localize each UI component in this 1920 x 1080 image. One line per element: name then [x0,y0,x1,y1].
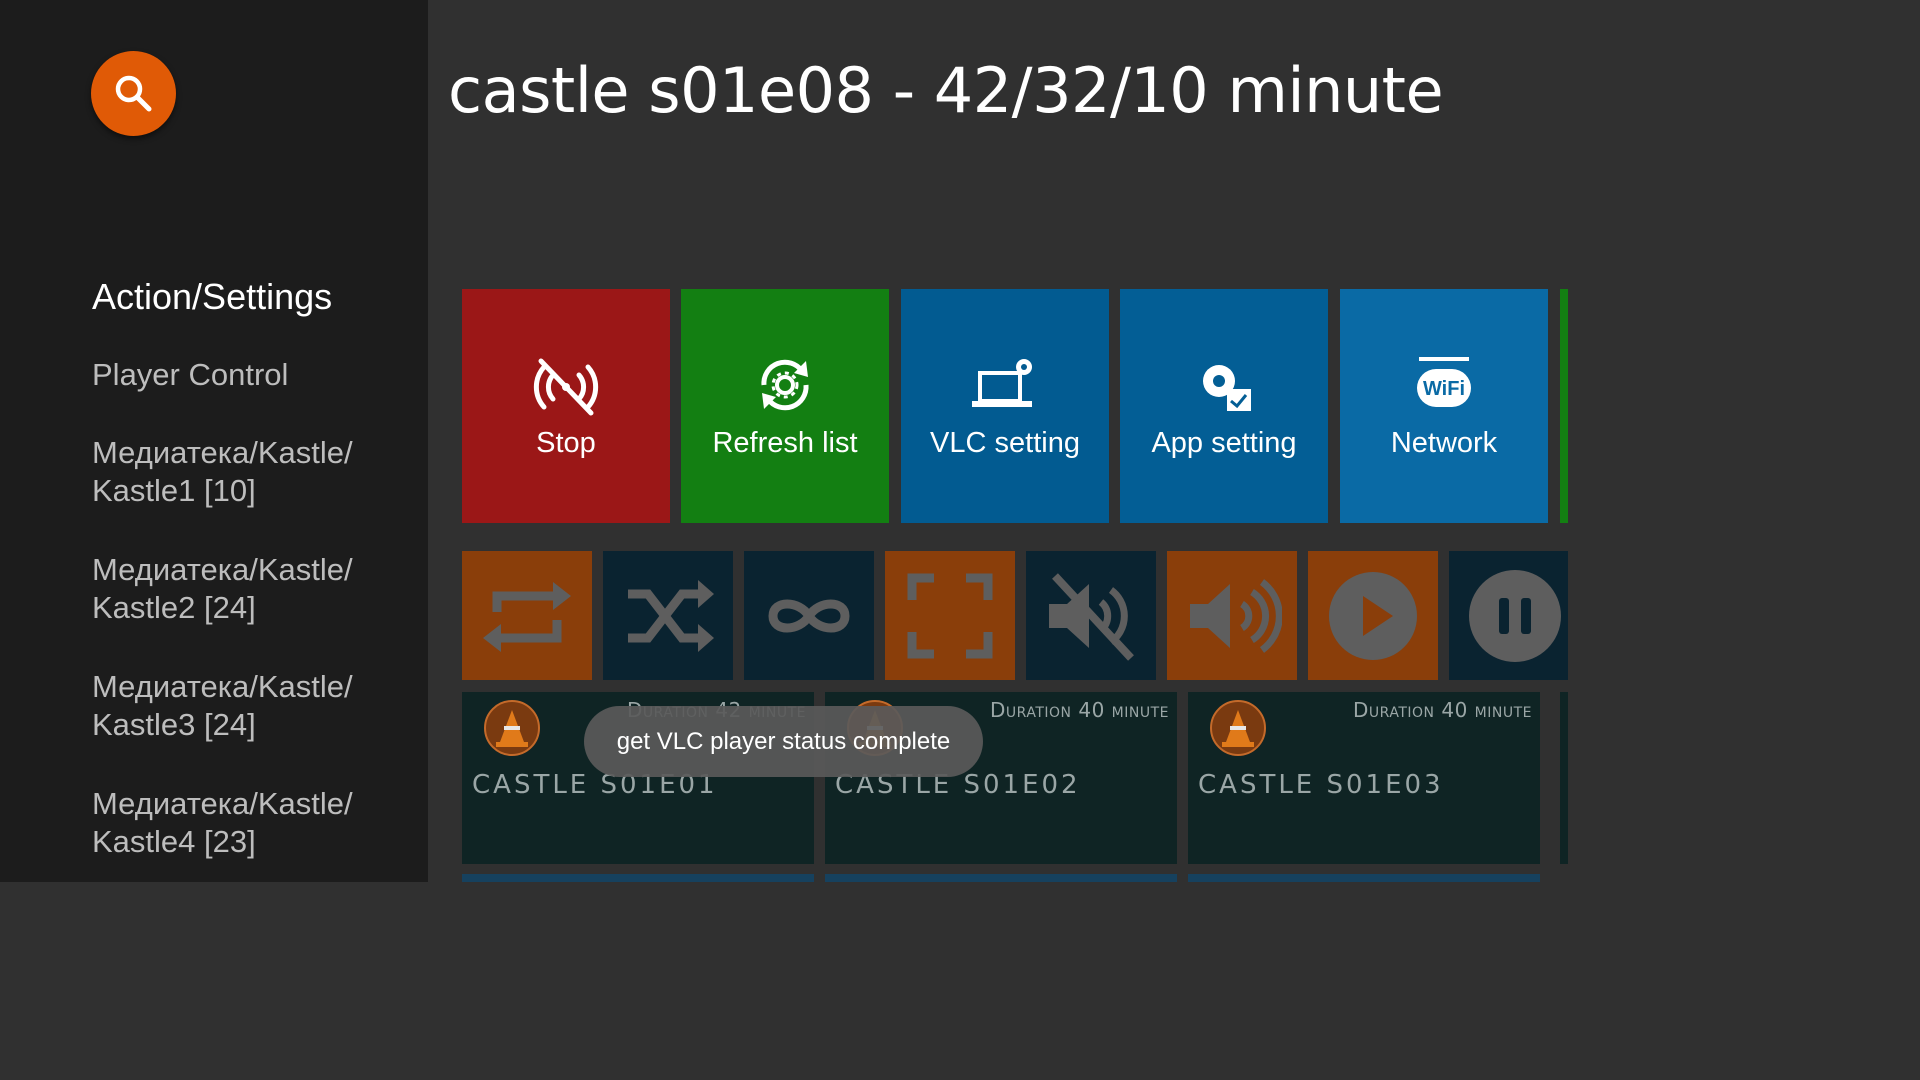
mute-icon [1049,572,1134,661]
play-icon [1329,571,1417,660]
volume-icon [1190,578,1282,653]
media-card[interactable]: Duration 40 minute castle s01e03 [1188,692,1540,864]
shuffle-icon [628,579,714,652]
play-button[interactable] [1308,551,1438,680]
sidebar-item-kastle3[interactable]: Медиатека/Kastle/ Kastle3 [24] [92,668,412,744]
fullscreen-icon [907,573,993,658]
app-setting-button[interactable]: App setting [1120,289,1328,523]
sidebar: Action/Settings Player Control Медиатека… [0,0,428,882]
search-button[interactable] [91,51,176,136]
vlc-setting-button[interactable]: VLC setting [901,289,1109,523]
vlc-icon [1210,700,1266,756]
svg-text:WiFi: WiFi [1423,378,1465,400]
fullscreen-button[interactable] [885,551,1015,680]
repeat-icon [483,581,571,652]
stop-button[interactable]: Stop [462,289,670,523]
sidebar-item-label: Медиатека/Kastle/ [92,435,353,470]
sidebar-item-label: Медиатека/Kastle/ [92,669,353,704]
stop-label: Stop [536,426,596,459]
shuffle-button[interactable] [603,551,733,680]
next-row-card[interactable] [462,874,814,882]
refresh-list-label: Refresh list [712,426,858,459]
refresh-icon [761,359,809,410]
sidebar-item-label: Медиатека/Kastle/ [92,552,353,587]
toast-message: get VLC player status complete [584,706,983,777]
duration-label: Duration 40 minute [1353,698,1532,722]
sidebar-item-kastle2[interactable]: Медиатека/Kastle/ Kastle2 [24] [92,551,412,627]
next-row-card[interactable] [1188,874,1540,882]
sidebar-item-sublabel: Kastle1 [10] [92,473,256,508]
app-setting-label: App setting [1151,426,1297,459]
loop-button[interactable] [744,551,874,680]
refresh-list-button[interactable]: Refresh list [681,289,889,523]
mute-button[interactable] [1026,551,1156,680]
next-media-card-edge[interactable] [1560,692,1568,864]
volume-button[interactable] [1167,551,1297,680]
wifi-icon: WiFi [1417,356,1471,407]
repeat-button[interactable] [462,551,592,680]
sidebar-item-sublabel: Kastle2 [24] [92,590,256,625]
loop-icon [768,599,850,632]
gear-check-icon [1203,364,1251,411]
page-title: castle s01e08 - 42/32/10 minute [448,54,1444,127]
section-title: Action/Settings [92,276,333,317]
laptop-settings-icon [972,358,1032,407]
sidebar-item-kastle4[interactable]: Медиатека/Kastle/ Kastle4 [23] [92,785,412,861]
next-row-card[interactable] [825,874,1177,882]
vlc-icon [484,700,540,756]
search-icon [115,75,151,111]
next-tile-edge[interactable] [1560,289,1568,523]
stop-cast-icon [533,358,599,415]
sidebar-item-kastle1[interactable]: Медиатека/Kastle/ Kastle1 [10] [92,434,412,510]
network-button[interactable]: WiFi Network [1340,289,1548,523]
sidebar-item-sublabel: Kastle4 [23] [92,824,256,859]
network-label: Network [1390,426,1498,459]
vlc-setting-label: VLC setting [930,426,1080,459]
sidebar-item-sublabel: Kastle3 [24] [92,707,256,742]
duration-label: Duration 40 minute [990,698,1169,722]
pause-icon [1469,569,1561,662]
sidebar-item-label: Медиатека/Kastle/ [92,786,353,821]
sidebar-item-player-control[interactable]: Player Control [92,356,412,394]
media-title: castle s01e03 [1198,770,1444,800]
pause-button[interactable] [1449,551,1568,680]
sidebar-item-label: Player Control [92,357,289,392]
